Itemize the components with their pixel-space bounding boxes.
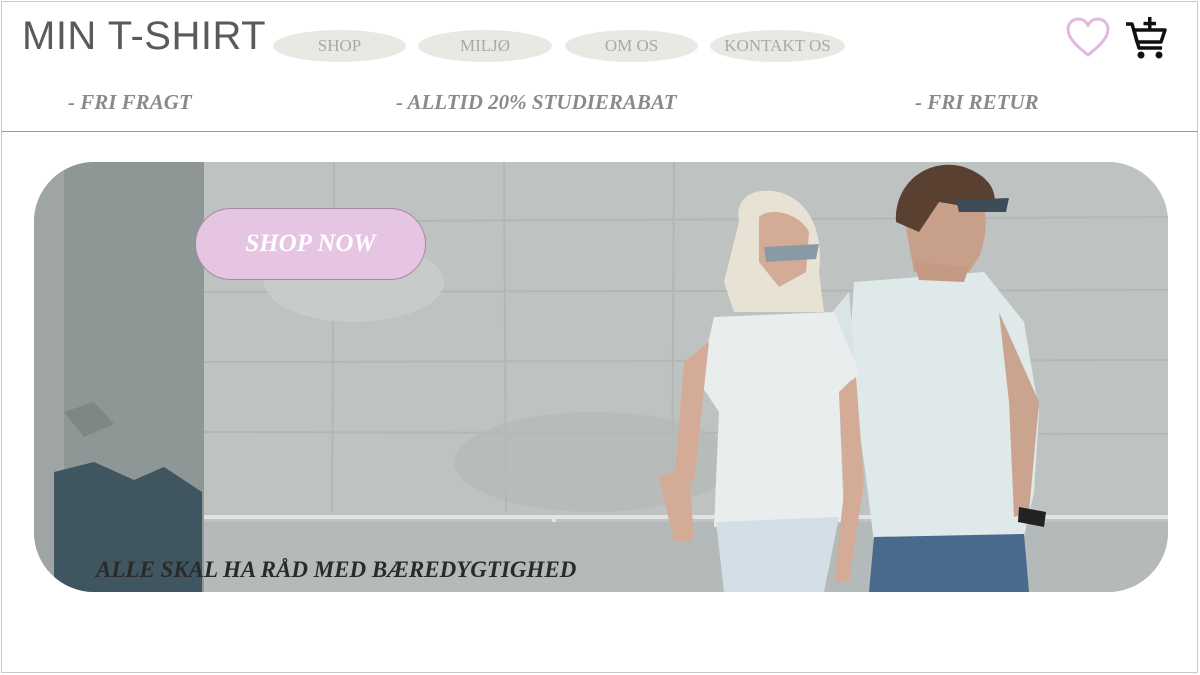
nav-item-kontakt-os[interactable]: KONTAKT OS [710,30,845,62]
nav-item-shop[interactable]: SHOP [273,30,406,62]
nav-item-om-os[interactable]: OM OS [565,30,698,62]
heart-icon[interactable] [1064,14,1112,62]
nav-item-miljo[interactable]: MILJØ [418,30,552,62]
promo-free-shipping: - FRI FRAGT [68,90,192,114]
promo-free-returns: - FRI RETUR [915,90,1039,114]
site-logo[interactable]: MIN T-SHIRT [22,14,266,59]
shop-now-button[interactable]: SHOP NOW [195,208,426,280]
promo-student-discount: - ALLTID 20% STUDIERABAT [396,90,677,114]
add-to-cart-icon[interactable] [1124,16,1170,62]
hero-tagline: ALLE SKAL HA RÅD MED BÆREDYGTIGHED [96,557,577,582]
header-divider [2,131,1198,132]
